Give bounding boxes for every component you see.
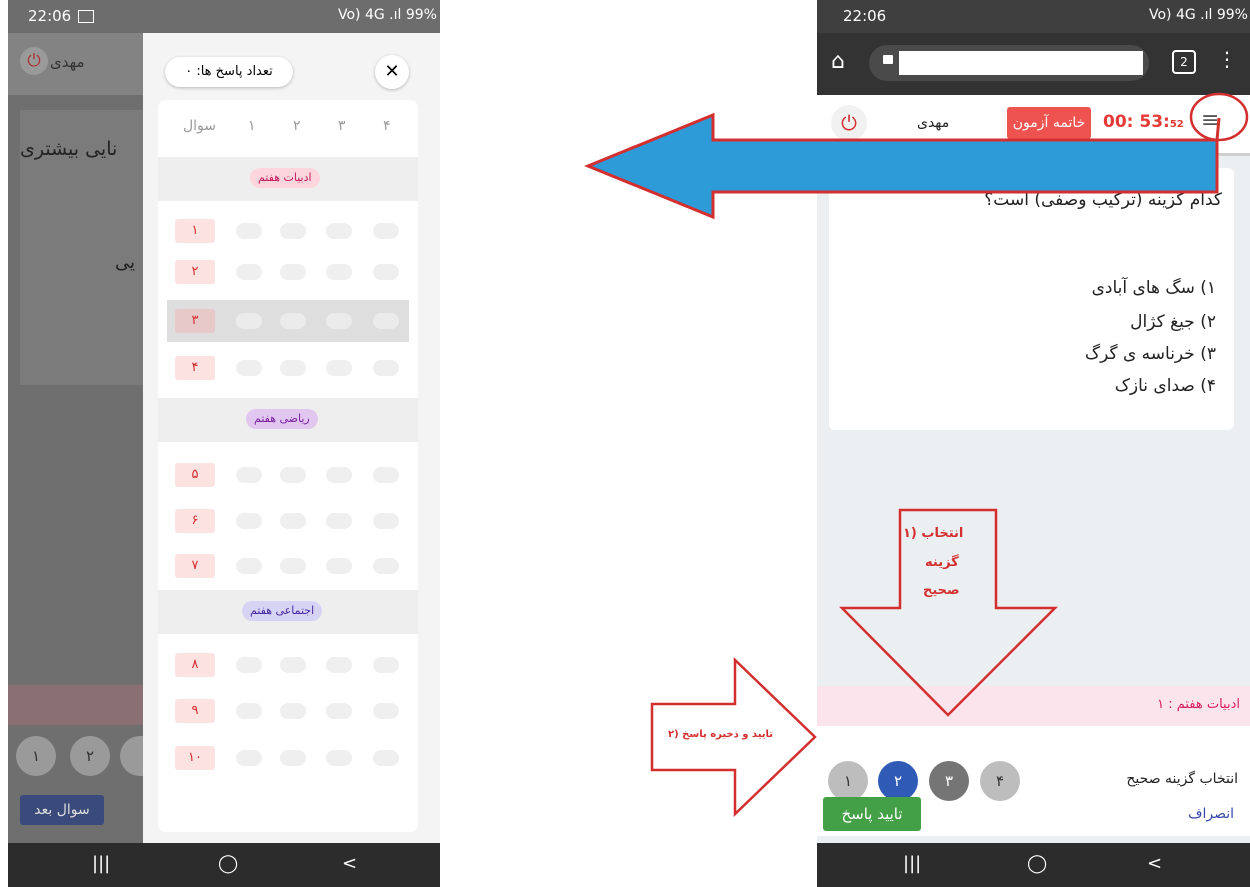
down-arrow-label-2: گزینه [925, 555, 959, 570]
down-arrow-label-1: ۱) انتخاب [903, 526, 964, 541]
blue-left-arrow [584, 112, 1219, 220]
arrow-connector [1215, 117, 1221, 141]
annotation-layer [584, 92, 1249, 817]
right-arrow-label: ۲) تایید و ذخیره پاسخ [668, 729, 774, 740]
down-arrow-label-3: صحیح [923, 583, 960, 598]
